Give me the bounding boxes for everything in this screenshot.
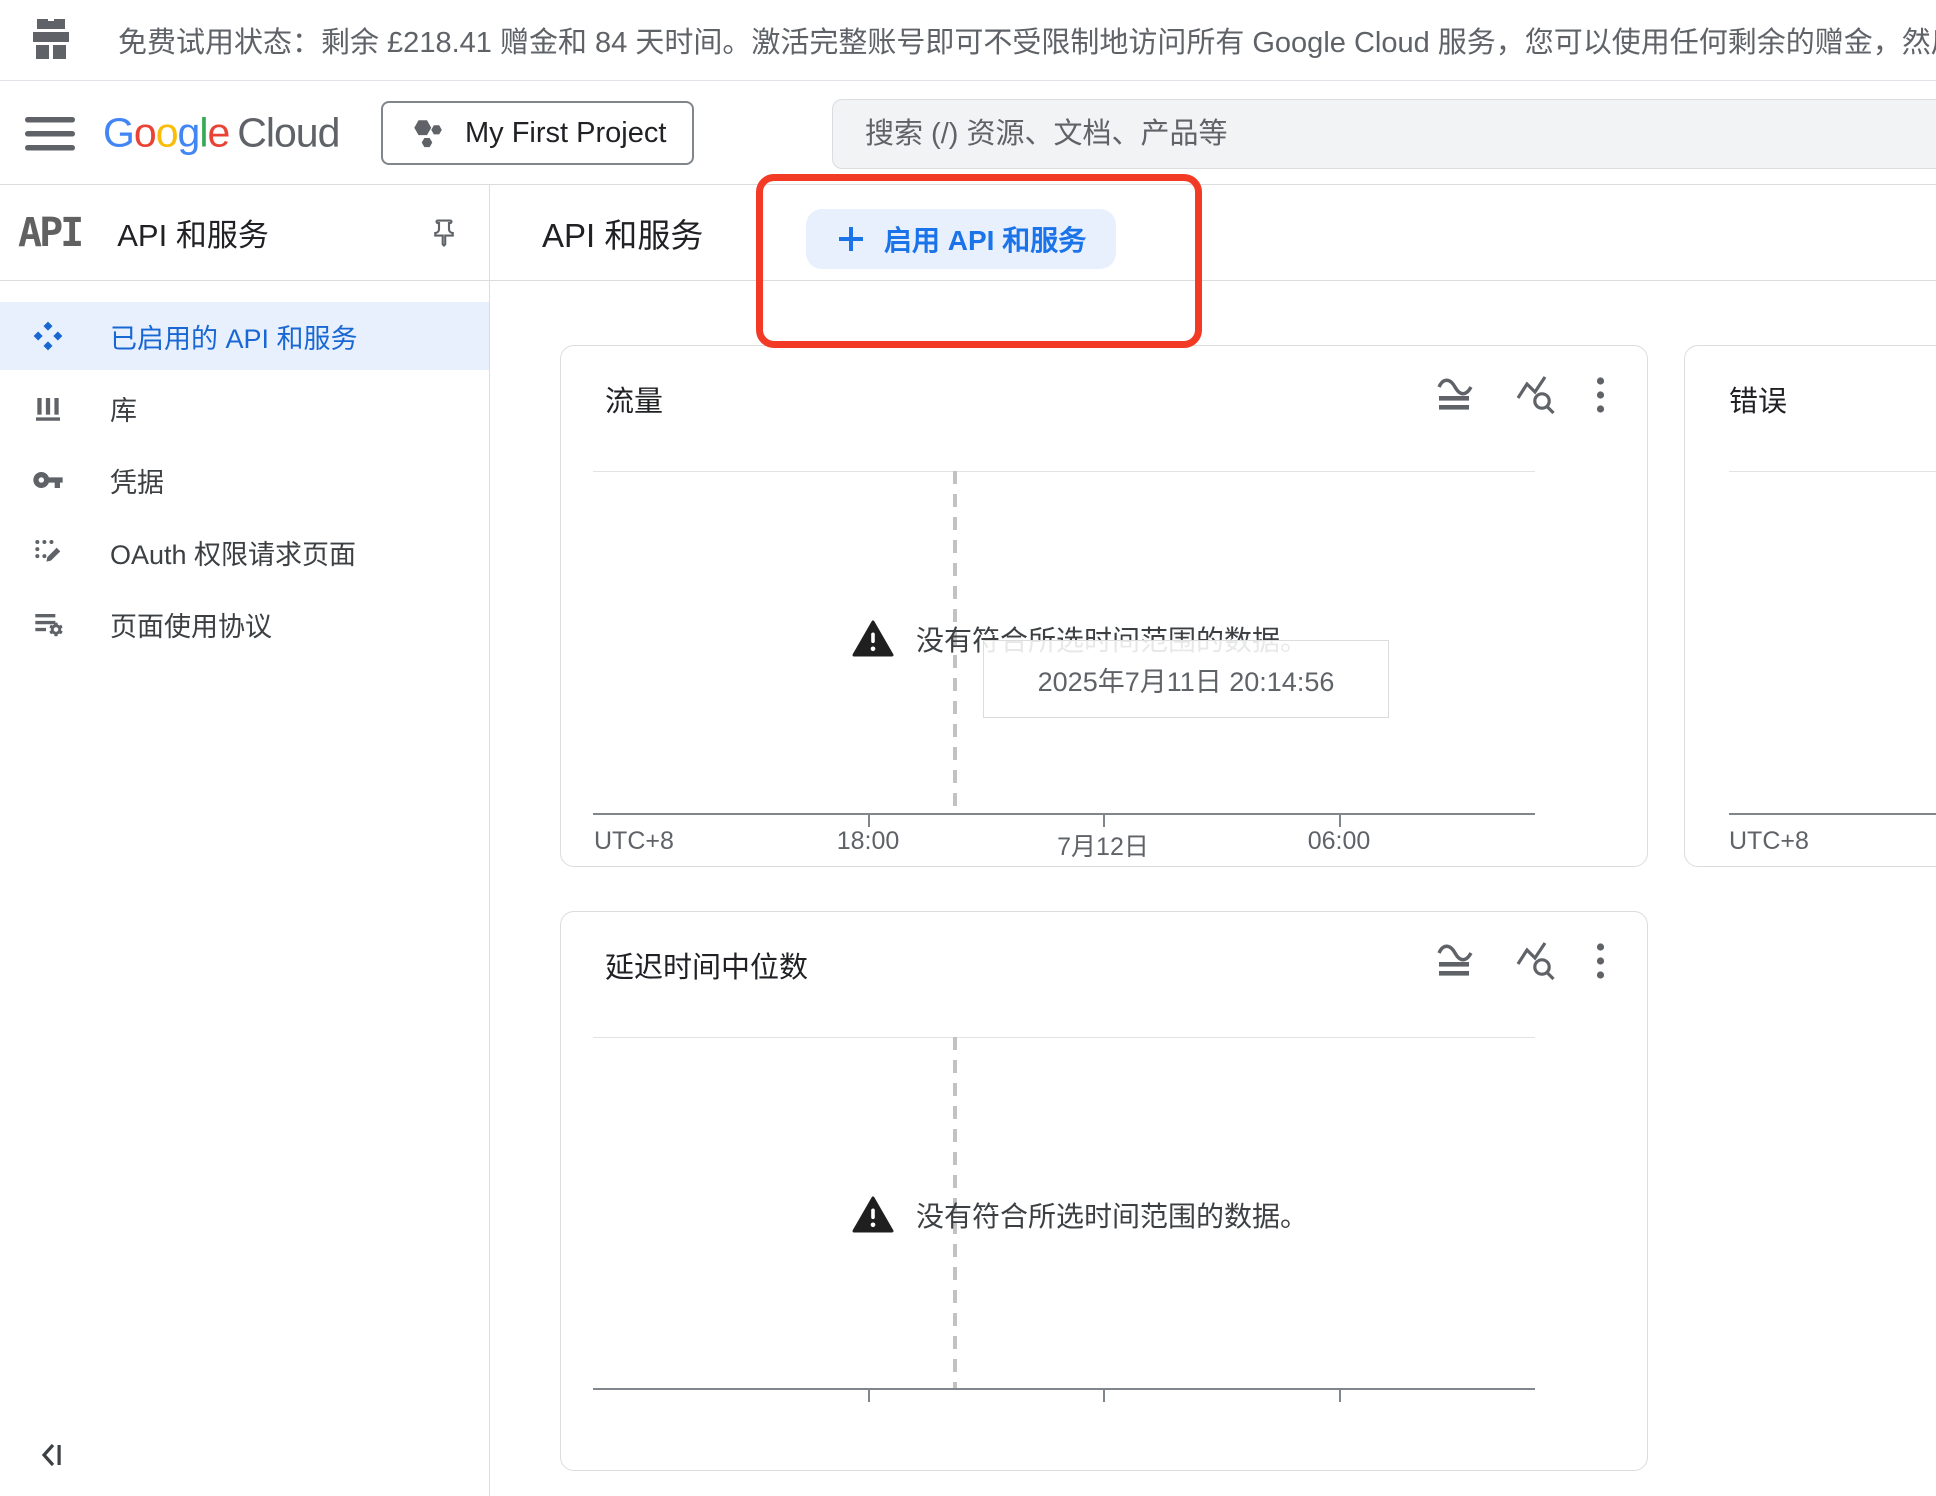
project-selector-button[interactable]: My First Project xyxy=(381,101,694,165)
chart-tooltip: 2025年7月11日 20:14:56 xyxy=(983,640,1389,718)
chart-top-rule xyxy=(593,471,1535,472)
x-axis xyxy=(593,1388,1535,1390)
google-cloud-logo[interactable]: GoogleCloud xyxy=(103,109,339,156)
hamburger-menu-icon[interactable] xyxy=(25,115,75,153)
sidebar-item-credentials[interactable]: 凭据 xyxy=(0,446,489,514)
collapse-sidebar-icon[interactable] xyxy=(36,1440,68,1470)
card-toolbar xyxy=(1434,940,1605,982)
tooltip-datetime: 2025年7月11日 20:14:56 xyxy=(1038,660,1335,699)
free-trial-text: 免费试用状态：剩余 £218.41 赠金和 84 天时间。激活完整账号即可不受限… xyxy=(118,19,1936,61)
sidebar-item-label: 库 xyxy=(110,389,137,428)
main-area: API 和服务 启用 API 和服务 1 小 流量 xyxy=(490,185,1936,1496)
sidebar-item-label: 凭据 xyxy=(110,461,164,500)
free-trial-banner: 免费试用状态：剩余 £218.41 赠金和 84 天时间。激活完整账号即可不受限… xyxy=(0,0,1936,81)
project-name: My First Project xyxy=(465,117,666,150)
enable-api-button[interactable]: 启用 API 和服务 xyxy=(806,209,1116,269)
app-header: GoogleCloud My First Project xyxy=(0,81,1936,185)
explore-data-icon[interactable] xyxy=(1514,940,1558,982)
plus-icon xyxy=(836,224,866,254)
x-tick-label: 06:00 xyxy=(1308,827,1371,856)
explore-data-icon[interactable] xyxy=(1514,374,1558,416)
timezone-label: UTC+8 xyxy=(594,827,674,856)
sidebar-item-label: OAuth 权限请求页面 xyxy=(110,533,356,572)
enable-api-button-label: 启用 API 和服务 xyxy=(884,219,1086,259)
sidebar-item-usage-agreement[interactable]: 页面使用协议 xyxy=(0,590,489,658)
sidebar-item-label: 已启用的 API 和服务 xyxy=(110,317,358,356)
chart-type-icon[interactable] xyxy=(1434,377,1476,413)
pin-icon[interactable] xyxy=(429,217,459,249)
project-hexagons-icon xyxy=(409,116,445,150)
errors-card: 错误 UTC+8 xyxy=(1684,345,1936,867)
more-options-icon[interactable] xyxy=(1596,376,1605,414)
logo-cloud-word: Cloud xyxy=(237,109,339,155)
x-axis xyxy=(1729,813,1936,815)
card-title: 错误 xyxy=(1729,378,1787,420)
chart-top-rule xyxy=(593,1037,1535,1038)
dashboard-content: 1 小 流量 xyxy=(490,281,1936,1496)
chart-top-rule xyxy=(1729,471,1936,472)
card-title: 延迟时间中位数 xyxy=(605,944,808,986)
page-title: API 和服务 xyxy=(542,209,703,257)
traffic-card: 流量 xyxy=(560,345,1648,867)
library-icon xyxy=(26,392,70,424)
search-bar[interactable] xyxy=(832,99,1936,169)
api-product-icon: API xyxy=(18,210,81,256)
chart-type-icon[interactable] xyxy=(1434,943,1476,979)
sidebar: API API 和服务 已启用的 API 和服务 xyxy=(0,185,490,1496)
x-axis xyxy=(593,813,1535,815)
enabled-apis-icon xyxy=(26,320,70,352)
more-options-icon[interactable] xyxy=(1596,942,1605,980)
card-toolbar xyxy=(1434,374,1605,416)
logo-letter: G xyxy=(103,109,134,155)
x-tick-label: 7月12日 xyxy=(1057,827,1149,863)
search-input[interactable] xyxy=(865,118,1936,151)
key-icon xyxy=(26,464,70,496)
sidebar-item-label: 页面使用协议 xyxy=(110,605,272,644)
sidebar-item-library[interactable]: 库 xyxy=(0,374,489,442)
oauth-consent-icon xyxy=(26,536,70,568)
sidebar-header: API API 和服务 xyxy=(0,185,489,281)
timezone-label: UTC+8 xyxy=(1729,827,1809,856)
no-data-message: 没有符合所选时间范围的数据。 xyxy=(852,1195,1308,1235)
sidebar-title: API 和服务 xyxy=(117,210,269,255)
page-header: API 和服务 启用 API 和服务 xyxy=(490,185,1936,281)
sidebar-item-oauth-consent[interactable]: OAuth 权限请求页面 xyxy=(0,518,489,586)
sidebar-item-enabled-apis[interactable]: 已启用的 API 和服务 xyxy=(0,302,489,370)
x-tick-label: 18:00 xyxy=(837,827,900,856)
warning-icon xyxy=(852,620,894,658)
latency-card: 延迟时间中位数 xyxy=(560,911,1648,1471)
card-title: 流量 xyxy=(605,378,663,420)
gift-icon xyxy=(28,17,74,63)
sidebar-nav: 已启用的 API 和服务 库 凭据 xyxy=(0,281,489,658)
list-settings-icon xyxy=(26,608,70,640)
warning-icon xyxy=(852,1196,894,1234)
